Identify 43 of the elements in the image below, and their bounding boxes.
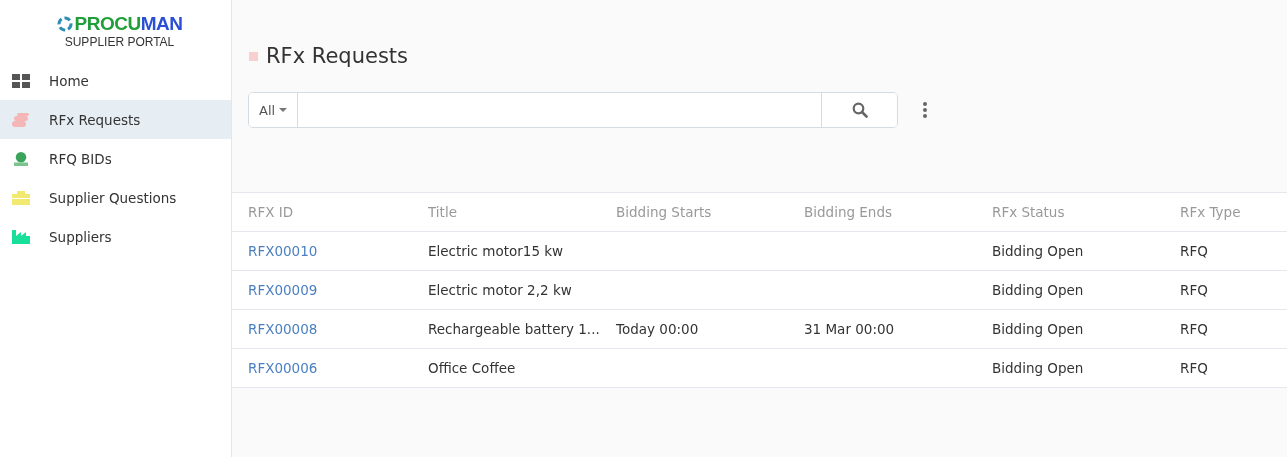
table-cell: 31 Mar 00:00	[804, 321, 895, 337]
search-field[interactable]: All	[248, 92, 898, 128]
sidebar-item[interactable]: RFx Requests	[0, 100, 231, 139]
table-cell: Electric motor15 kw	[428, 243, 564, 259]
rfx-id-link[interactable]: RFX00006	[248, 360, 318, 376]
table-cell: Today 00:00	[616, 321, 699, 337]
sidebar-item[interactable]: Suppliers	[0, 217, 231, 256]
rfx-id-link[interactable]: RFX00008	[248, 321, 318, 337]
rfx-id-link[interactable]: RFX00009	[248, 282, 318, 298]
table-cell: RFQ	[1180, 360, 1208, 376]
filter-dropdown[interactable]: All	[249, 93, 299, 127]
grid-icon	[12, 73, 30, 88]
sidebar-item[interactable]: RFQ BIDs	[0, 139, 231, 178]
table-cell: RFQ	[1180, 282, 1208, 298]
page-title: RFx Requests	[266, 44, 409, 68]
briefcase-icon	[12, 190, 30, 205]
sidebar-item[interactable]: Supplier Questions	[0, 178, 231, 217]
column-header[interactable]: Title	[428, 204, 457, 220]
rfx-id-link[interactable]: RFX00010	[248, 243, 318, 259]
column-header[interactable]: Bidding Starts	[616, 204, 712, 220]
caret-icon	[279, 108, 288, 112]
column-header[interactable]: RFx Type	[1180, 204, 1241, 220]
sidebar-item[interactable]: Home	[0, 61, 231, 100]
logo: PROCUMAN SUPPLIER PORTAL	[48, 0, 183, 61]
title-marker	[249, 51, 258, 61]
column-header[interactable]: Bidding Ends	[804, 204, 892, 220]
table-cell: Bidding Open	[992, 321, 1084, 337]
factory-icon	[12, 229, 30, 244]
table-cell: Bidding Open	[992, 282, 1084, 298]
table-cell: Rechargeable battery 1...	[428, 321, 600, 337]
table-cell: RFQ	[1180, 243, 1208, 259]
coins-icon	[12, 112, 30, 127]
table-cell: Office Coffee	[428, 360, 516, 376]
search-button[interactable]	[821, 93, 897, 127]
table-cell: RFQ	[1180, 321, 1208, 337]
column-header[interactable]: RFX ID	[248, 204, 294, 220]
table-cell: Electric motor 2,2 kw	[428, 282, 572, 298]
column-header[interactable]: RFx Status	[992, 204, 1065, 220]
table-cell: Bidding Open	[992, 243, 1084, 259]
table-cell: Bidding Open	[992, 360, 1084, 376]
money-icon	[12, 151, 30, 166]
more-icon[interactable]	[922, 101, 928, 119]
search-icon	[851, 102, 868, 118]
